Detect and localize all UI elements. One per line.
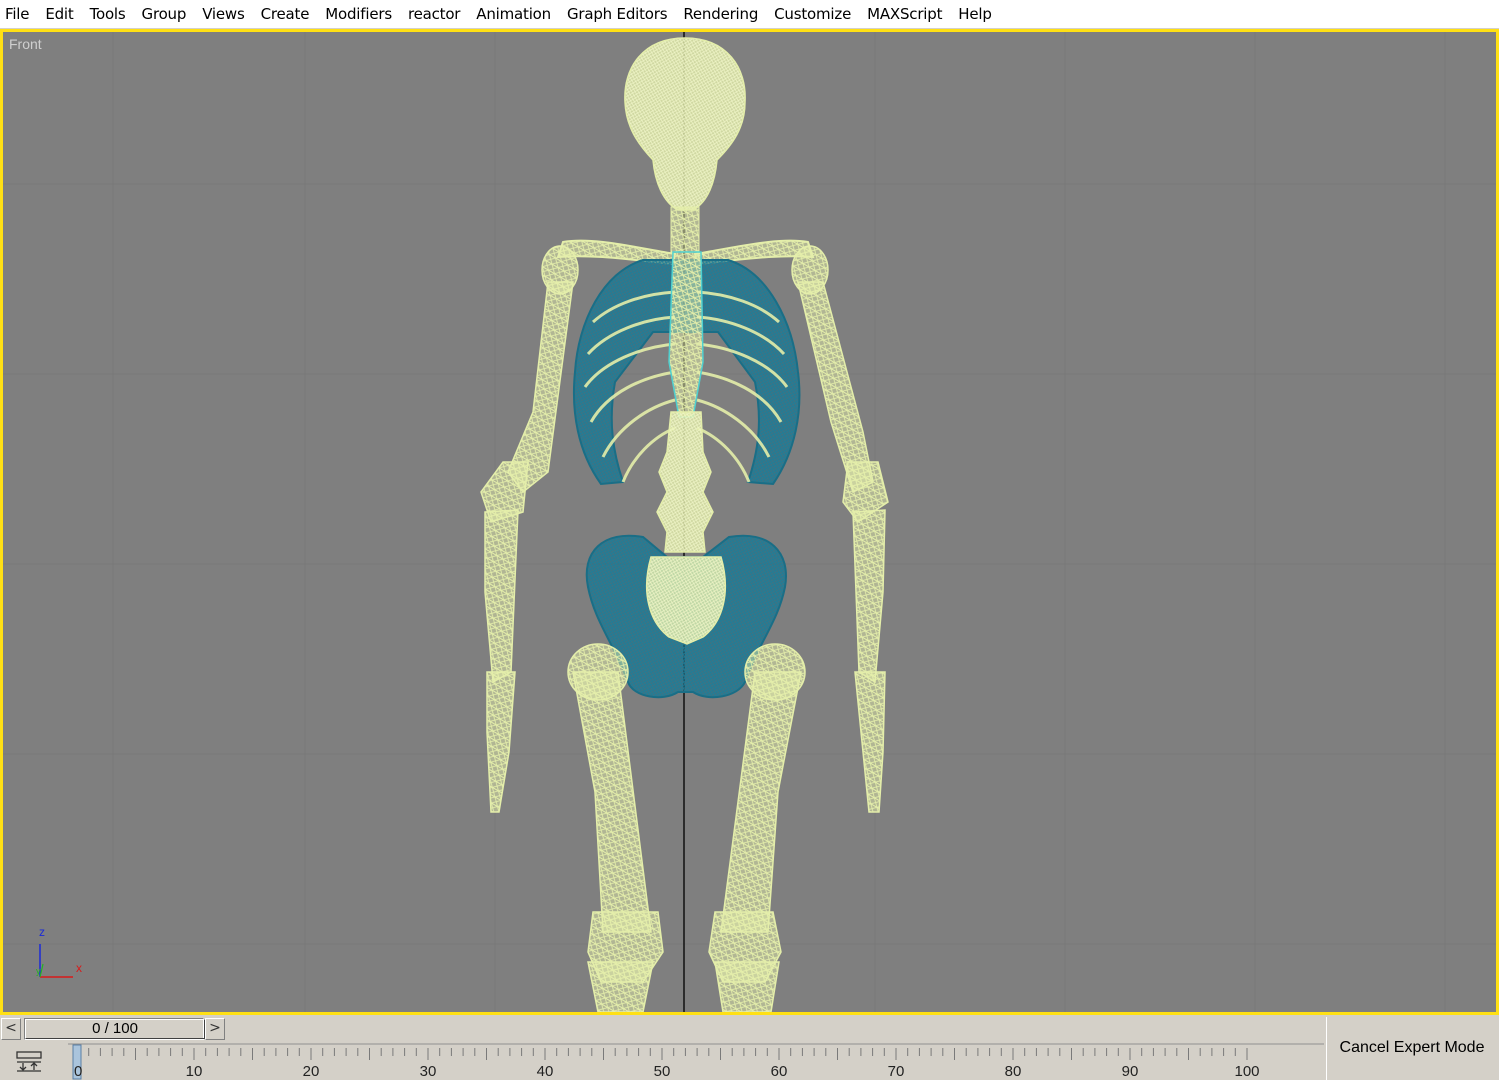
right-humerus [797,281,874,494]
trackbar-tick-label: 60 [771,1063,788,1080]
trackbar-tick-label: 100 [1234,1063,1259,1080]
time-slider-prev-button[interactable]: < [1,1018,21,1040]
menu-create[interactable]: Create [253,2,318,26]
right-femur [720,671,802,933]
right-hand [854,671,886,813]
viewport-label[interactable]: Front [9,36,42,52]
trackbar-tick-label: 30 [420,1063,437,1080]
menu-rendering[interactable]: Rendering [675,2,766,26]
left-femur [572,671,652,933]
bottom-panel: < 0 / 100 > 0 10 20 30 40 50 60 70 80 90 100 Cance… [0,1015,1499,1080]
trackbar-tick-label: 10 [186,1063,203,1080]
trackbar-tick-label: 40 [537,1063,554,1080]
current-frame-label: 0 [74,1063,82,1080]
menu-maxscript[interactable]: MAXScript [859,2,950,26]
time-slider-next-button[interactable]: > [205,1018,225,1040]
menu-help[interactable]: Help [950,2,999,26]
right-forearm [852,509,886,684]
right-tibia [714,961,780,1012]
axis-z-label: z [39,925,45,939]
trackbar-tick-label: 90 [1122,1063,1139,1080]
menu-modifiers[interactable]: Modifiers [317,2,400,26]
menu-edit[interactable]: Edit [37,2,81,26]
trackbar[interactable]: 0 10 20 30 40 50 60 70 80 90 100 [68,1043,1324,1080]
left-hand [486,671,516,813]
key-filter-icon[interactable] [14,1049,46,1077]
expert-mode-panel: Cancel Expert Mode [1326,1017,1499,1080]
menu-bar: File Edit Tools Group Views Create Modifiers re… [0,0,1499,28]
front-viewport[interactable]: z x y Front [0,29,1499,1015]
left-forearm [484,509,519,684]
menu-reactor[interactable]: reactor [400,2,468,26]
menu-animation[interactable]: Animation [468,2,559,26]
menu-group[interactable]: Group [134,2,195,26]
axis-y-label: y [36,966,41,976]
left-humerus [507,281,574,494]
trackbar-tick-label: 70 [888,1063,905,1080]
trackbar-tick-label: 20 [303,1063,320,1080]
axis-x-label: x [76,961,82,975]
cancel-expert-mode-button[interactable]: Cancel Expert Mode [1327,1039,1497,1057]
menu-file[interactable]: File [0,2,37,26]
left-tibia [587,961,654,1012]
trackbar-tick-label: 80 [1005,1063,1022,1080]
timeline-track[interactable] [228,1018,1324,1040]
axis-gizmo: z x y [36,925,82,978]
menu-customize[interactable]: Customize [766,2,859,26]
trackbar-tick-label: 50 [654,1063,671,1080]
menu-tools[interactable]: Tools [82,2,134,26]
sternum [668,251,704,418]
viewport-scene: z x y [3,32,1496,1012]
time-slider[interactable]: 0 / 100 [24,1018,205,1040]
menu-views[interactable]: Views [194,2,252,26]
cervical-spine [670,206,700,253]
menu-graph-editors[interactable]: Graph Editors [559,2,675,26]
time-slider-thumb[interactable]: 0 / 100 [25,1019,205,1039]
